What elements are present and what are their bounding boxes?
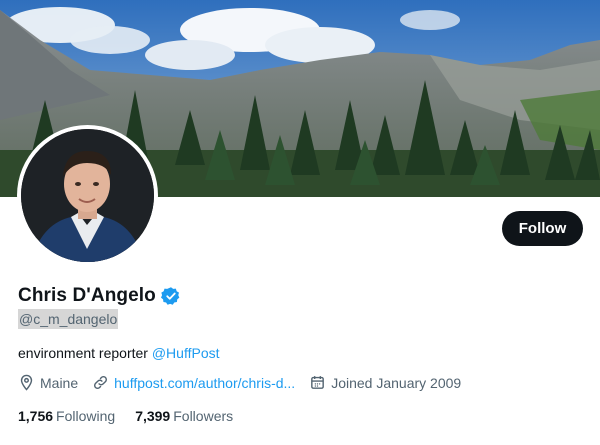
link-icon (92, 374, 109, 391)
joined-item: Joined January 2009 (309, 374, 461, 391)
location-pin-icon (18, 374, 35, 391)
location-text: Maine (40, 374, 79, 391)
website-link[interactable]: huffpost.com/author/chris-d... (114, 375, 295, 391)
location-item: Maine (18, 374, 78, 391)
bio-mention-link[interactable]: @HuffPost (152, 345, 220, 361)
avatar[interactable] (17, 125, 158, 266)
followers-label: Followers (173, 408, 234, 424)
profile-handle: @c_m_dangelo (18, 309, 119, 329)
follow-stats: 1,756 Following 7,399 Followers (18, 408, 233, 424)
joined-text: Joined January 2009 (331, 374, 462, 391)
verified-badge-icon[interactable] (160, 286, 181, 306)
profile-bio: environment reporter @HuffPost (18, 345, 220, 361)
following-label: Following (56, 408, 116, 424)
followers-stat[interactable]: 7,399 Followers (135, 408, 233, 424)
profile-name-row: Chris D'Angelo (18, 285, 181, 307)
follow-button[interactable]: Follow (502, 211, 583, 246)
followers-count: 7,399 (135, 408, 171, 424)
profile-meta: Maine huffpost.com/author/chris-d... Joi… (18, 374, 475, 391)
website-item: huffpost.com/author/chris-d... (92, 374, 295, 391)
bio-text: environment reporter (18, 345, 152, 361)
avatar-photo (21, 129, 154, 262)
calendar-icon (309, 374, 326, 391)
display-name: Chris D'Angelo (18, 285, 156, 306)
following-stat[interactable]: 1,756 Following (18, 408, 115, 424)
following-count: 1,756 (18, 408, 54, 424)
